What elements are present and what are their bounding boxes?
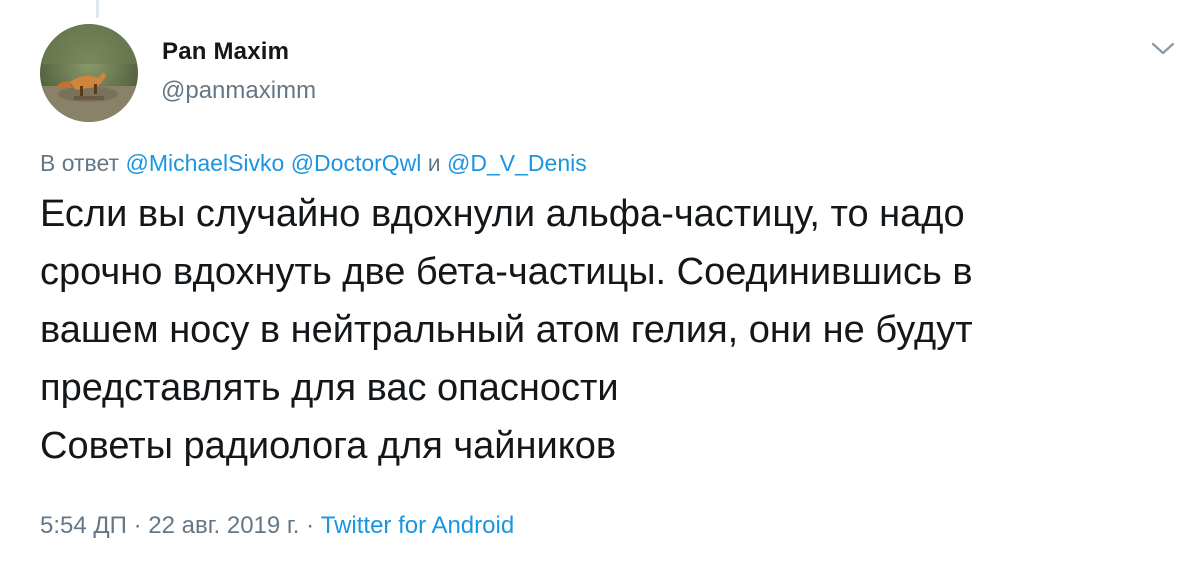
mention-link[interactable]: @DoctorQwl [291,150,422,176]
tweet-text: Если вы случайно вдохнули альфа-частицу,… [40,185,1170,475]
tweet-text-line: срочно вдохнуть две бета-частицы. Соедин… [40,251,973,293]
reply-conjunction: и [427,150,441,176]
meta-separator: · [306,512,315,539]
reply-context: В ответ @MichaelSivko @DoctorQwl и @D_V_… [40,150,587,177]
tweet-text-line: представлять для вас опасности [40,367,619,409]
tweet-time[interactable]: 5:54 ДП [40,512,127,539]
author-handle[interactable]: @panmaximm [161,77,316,105]
reply-prefix: В ответ [40,150,120,176]
mention-link[interactable]: @MichaelSivko [125,150,284,176]
thread-connector-line [96,0,99,18]
tweet-text-line: Советы радиолога для чайников [40,425,617,467]
tweet-source-link[interactable]: Twitter for Android [321,512,514,539]
meta-separator: · [133,512,142,539]
tweet-text-line: Если вы случайно вдохнули альфа-частицу,… [40,193,965,235]
fox-photo-avatar-image [40,24,138,122]
mention-link[interactable]: @D_V_Denis [447,150,587,176]
tweet-card: Pan Maxim @panmaximm В ответ @MichaelSiv… [0,0,1200,576]
chevron-down-icon[interactable] [1150,40,1176,58]
author-display-name[interactable]: Pan Maxim [162,38,289,66]
avatar[interactable] [40,24,138,122]
tweet-date[interactable]: 22 авг. 2019 г. [148,512,299,539]
tweet-text-line: вашем носу в нейтральный атом гелия, они… [40,309,973,351]
tweet-metadata: 5:54 ДП · 22 авг. 2019 г. · Twitter for … [40,512,514,540]
